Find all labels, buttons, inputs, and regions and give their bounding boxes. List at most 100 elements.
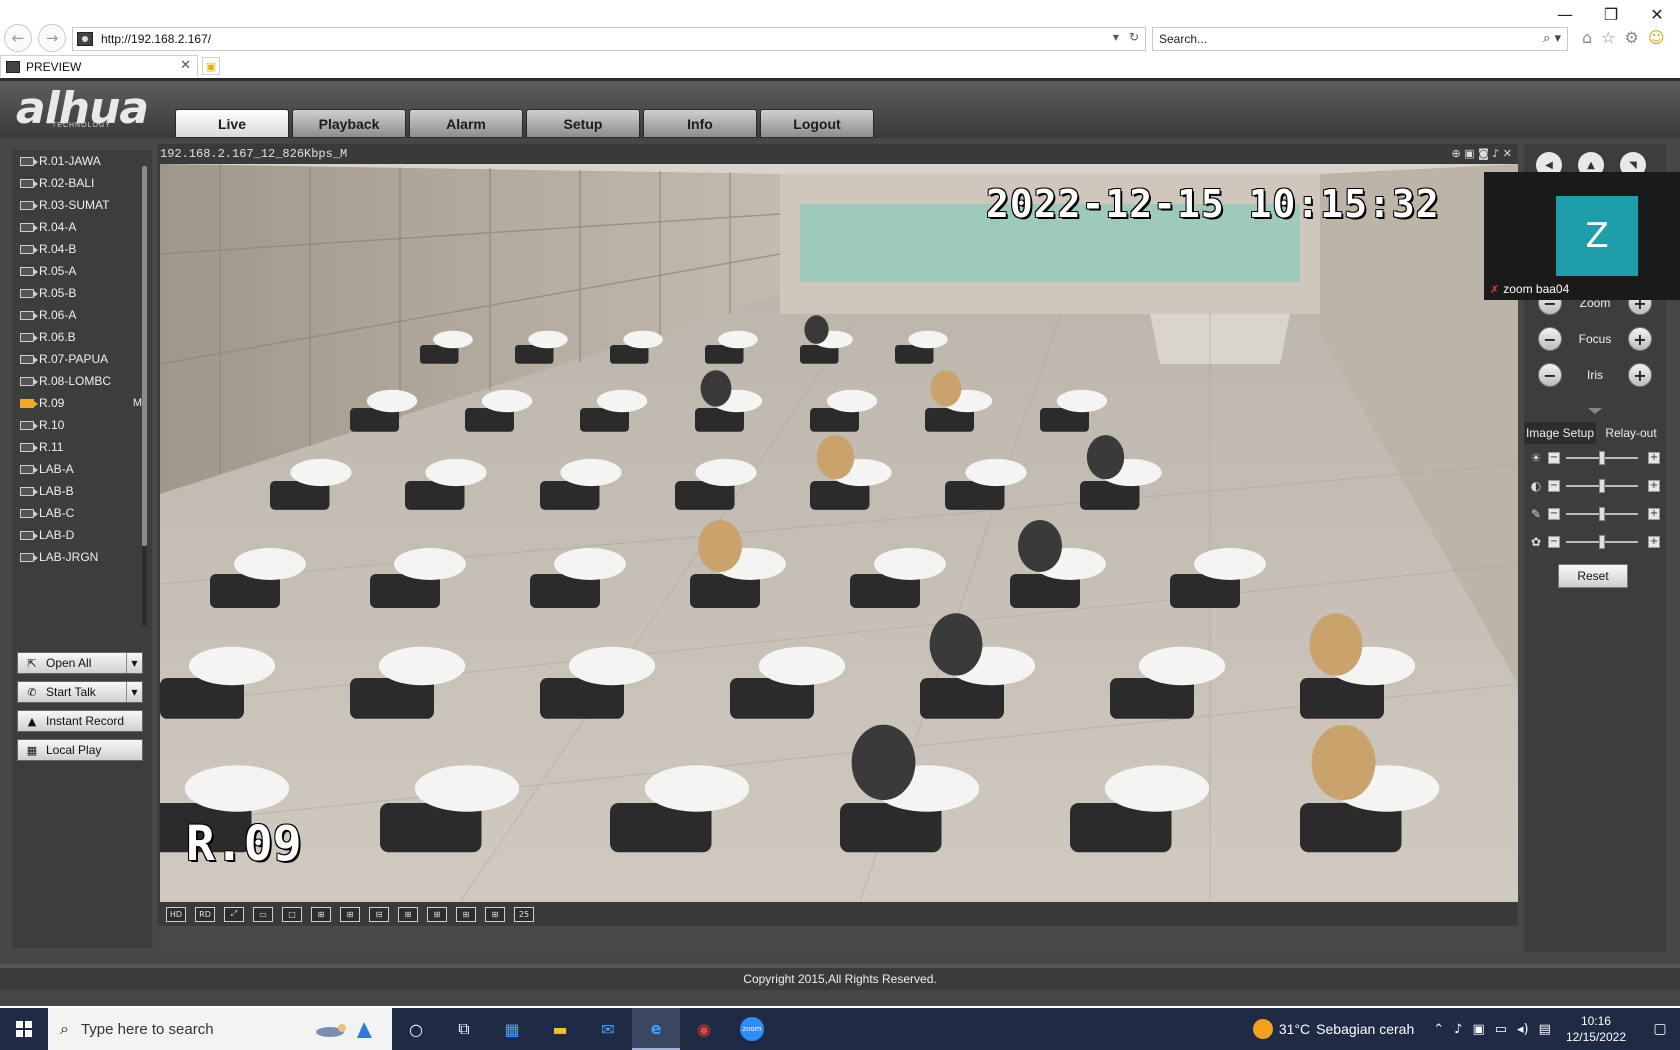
increase-button[interactable]: + xyxy=(1648,480,1660,492)
forward-button[interactable]: → xyxy=(38,24,66,52)
channel-item[interactable]: R.08-LOMBC xyxy=(20,370,138,392)
slider-thumb[interactable] xyxy=(1599,451,1605,465)
weather-widget[interactable]: 31°C Sebagian cerah xyxy=(1252,1019,1414,1039)
decrease-button[interactable]: − xyxy=(1548,508,1560,520)
layout-button[interactable]: ⤢ xyxy=(224,906,244,922)
increase-button[interactable]: + xyxy=(1648,508,1660,520)
browser-search-placeholder[interactable]: Search... xyxy=(1159,32,1207,46)
notification-icon[interactable]: ▢ xyxy=(1640,1021,1680,1037)
channel-item[interactable]: R.05-A xyxy=(20,260,138,282)
decrease-button[interactable]: − xyxy=(1548,480,1560,492)
channel-item[interactable]: R.02-BALI xyxy=(20,172,138,194)
new-tab-button[interactable]: ▣ xyxy=(202,57,220,75)
reset-button[interactable]: Reset xyxy=(1558,564,1628,588)
focus-minus-button[interactable]: − xyxy=(1538,327,1562,351)
slider-thumb[interactable] xyxy=(1599,479,1605,493)
start-button[interactable] xyxy=(0,1008,48,1050)
iris-plus-button[interactable]: + xyxy=(1628,363,1652,387)
address-bar[interactable]: http://192.168.2.167/ ▾ ↻ xyxy=(72,27,1146,51)
channel-item[interactable]: R.04-B xyxy=(20,238,138,260)
local-play-button[interactable]: ▦ Local Play xyxy=(17,739,143,761)
start-talk-button[interactable]: ✆ Start Talk ▼ xyxy=(17,681,143,703)
channel-item[interactable]: LAB-D xyxy=(20,524,138,546)
channel-item-active[interactable]: R.09 M xyxy=(20,392,142,414)
minimize-button[interactable]: — xyxy=(1542,0,1588,28)
layout-button[interactable]: ⊞ xyxy=(340,906,360,922)
taskbar-clock[interactable]: 10:16 12/15/2022 xyxy=(1566,1013,1626,1045)
network-icon[interactable]: ▭ xyxy=(1495,1022,1507,1037)
smiley-feedback-icon[interactable]: ☺ xyxy=(1648,28,1665,47)
snapshot-icon[interactable]: ▣ xyxy=(1464,147,1474,160)
channel-item[interactable]: LAB-C xyxy=(20,502,138,524)
channel-item[interactable]: LAB-JRGN xyxy=(20,546,138,568)
back-button[interactable]: ← xyxy=(4,24,32,52)
layout-button[interactable]: ⊞ xyxy=(456,906,476,922)
channel-item[interactable]: R.07-PAPUA xyxy=(20,348,138,370)
tab-image-setup[interactable]: Image Setup xyxy=(1524,422,1596,444)
taskbar-search[interactable]: ⌕ Type here to search xyxy=(48,1008,392,1050)
layout-button[interactable]: ⊞ xyxy=(311,906,331,922)
tab-info[interactable]: Info xyxy=(643,109,757,138)
close-tab-icon[interactable]: ✕ xyxy=(180,58,191,73)
browser-search-box[interactable]: Search... ⌕ ▾ xyxy=(1152,27,1568,51)
favorites-star-icon[interactable]: ☆ xyxy=(1601,28,1615,47)
dropdown-arrow-icon[interactable]: ▾ xyxy=(1113,30,1119,44)
microphone-icon[interactable]: ♪ xyxy=(1454,1022,1462,1037)
channel-item[interactable]: LAB-B xyxy=(20,480,138,502)
chrome-icon[interactable]: ◉ xyxy=(680,1008,728,1050)
channel-item[interactable]: R.01-JAWA xyxy=(20,150,138,172)
slider-thumb[interactable] xyxy=(1599,535,1605,549)
decrease-button[interactable]: − xyxy=(1548,452,1560,464)
channel-item[interactable]: LAB-A xyxy=(20,458,138,480)
live-video-feed[interactable]: 2022-12-15 10:15:32 R.09 xyxy=(160,164,1518,902)
tab-alarm[interactable]: Alarm xyxy=(409,109,523,138)
channel-item[interactable]: R.11 xyxy=(20,436,138,458)
cortana-icon[interactable]: ○ xyxy=(392,1008,440,1050)
layout-button[interactable]: ⊞ xyxy=(485,906,505,922)
decrease-button[interactable]: − xyxy=(1548,536,1560,548)
keyboard-icon[interactable]: ▤ xyxy=(1539,1022,1551,1037)
focus-plus-button[interactable]: + xyxy=(1628,327,1652,351)
tab-playback[interactable]: Playback xyxy=(292,109,406,138)
start-talk-dropdown-icon[interactable]: ▼ xyxy=(126,682,142,702)
gear-icon[interactable]: ⚙ xyxy=(1625,28,1639,47)
task-view-icon[interactable]: ⧉ xyxy=(440,1008,488,1050)
store-icon[interactable]: ▦ xyxy=(488,1008,536,1050)
tab-live[interactable]: Live xyxy=(175,109,289,138)
channel-item[interactable]: R.06-A xyxy=(20,304,138,326)
zoom-in-icon[interactable]: ⊕ xyxy=(1451,147,1460,160)
increase-button[interactable]: + xyxy=(1648,452,1660,464)
camera-tray-icon[interactable]: ▣ xyxy=(1472,1022,1484,1037)
close-video-icon[interactable]: ✕ xyxy=(1503,147,1512,160)
zoom-app-icon[interactable]: zoom xyxy=(728,1008,776,1050)
channel-item[interactable]: R.03-SUMAT xyxy=(20,194,138,216)
channel-item[interactable]: R.10 xyxy=(20,414,138,436)
slider-track[interactable] xyxy=(1566,535,1638,549)
scrollbar-thumb[interactable] xyxy=(142,166,147,546)
audio-icon[interactable]: ♪ xyxy=(1492,147,1499,160)
layout-button[interactable]: ▭ xyxy=(253,906,273,922)
browser-tab-preview[interactable]: PREVIEW ✕ xyxy=(0,55,198,77)
slider-track[interactable] xyxy=(1566,507,1638,521)
tab-logout[interactable]: Logout xyxy=(760,109,874,138)
layout-button[interactable]: ⊟ xyxy=(369,906,389,922)
file-explorer-icon[interactable]: ▬ xyxy=(536,1008,584,1050)
home-icon[interactable]: ⌂ xyxy=(1582,28,1592,47)
slider-track[interactable] xyxy=(1566,479,1638,493)
refresh-icon[interactable]: ↻ xyxy=(1129,30,1139,44)
close-window-button[interactable]: ✕ xyxy=(1634,0,1680,28)
slider-thumb[interactable] xyxy=(1599,507,1605,521)
internet-explorer-icon[interactable]: e xyxy=(632,1008,680,1050)
mail-icon[interactable]: ✉ xyxy=(584,1008,632,1050)
tab-relay-out[interactable]: Relay-out xyxy=(1596,422,1666,444)
channel-item[interactable]: R.06.B xyxy=(20,326,138,348)
layout-button[interactable]: HD xyxy=(166,906,186,922)
channel-scrollbar[interactable] xyxy=(142,166,147,626)
open-all-dropdown-icon[interactable]: ▼ xyxy=(126,653,142,673)
volume-icon[interactable]: ◂) xyxy=(1517,1022,1529,1037)
layout-button[interactable]: ⊞ xyxy=(427,906,447,922)
increase-button[interactable]: + xyxy=(1648,536,1660,548)
layout-button[interactable]: 25 xyxy=(514,906,534,922)
channel-item[interactable]: R.05-B xyxy=(20,282,138,304)
chevron-up-icon[interactable]: ⌃ xyxy=(1433,1022,1444,1037)
